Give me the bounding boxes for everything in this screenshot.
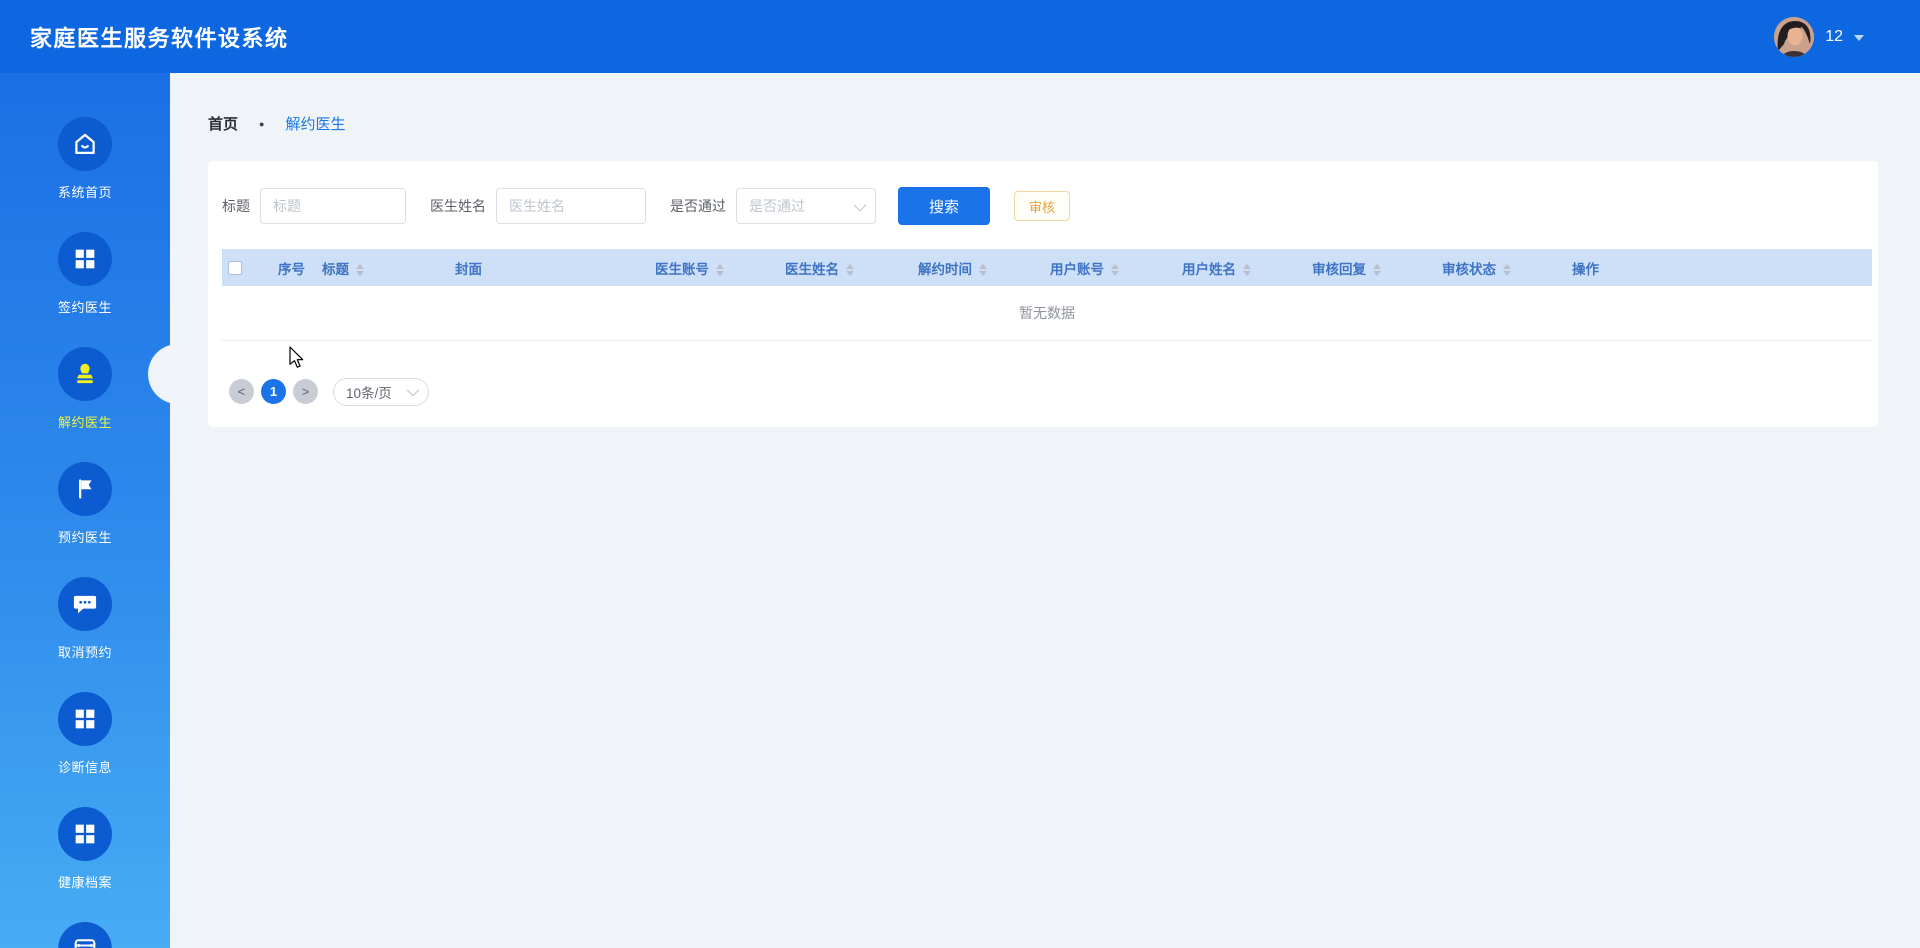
column-label: 审核回复 [1312, 261, 1366, 277]
column-header-cover: 封面 [445, 249, 645, 286]
window-icon [58, 922, 112, 948]
column-header-doctor-account[interactable]: 医生账号 [645, 249, 775, 286]
column-header-index: 序号 [268, 249, 312, 286]
user-menu[interactable]: 12 [1774, 16, 1864, 57]
pagination-prev-button[interactable]: < [229, 379, 254, 404]
grid-icon [58, 232, 112, 286]
sidebar-item-more[interactable] [0, 919, 170, 948]
column-header-user-name[interactable]: 用户姓名 [1172, 249, 1302, 286]
sort-icon[interactable] [1503, 263, 1511, 276]
sort-icon[interactable] [356, 263, 364, 276]
column-label: 医生姓名 [785, 261, 839, 277]
grid-icon [58, 807, 112, 861]
sidebar-item-diagnosis-info[interactable]: 诊断信息 [0, 689, 170, 804]
column-header-checkbox [222, 249, 268, 286]
main-content: 首页 ● 解约医生 标题 医生姓名 是否通过 是否通过 搜索 审核 序号标题封面… [170, 73, 1920, 948]
sidebar-item-label: 系统首页 [57, 185, 112, 200]
column-label: 解约时间 [918, 261, 972, 277]
column-label: 操作 [1572, 261, 1599, 277]
sidebar-item-appointment-doctors[interactable]: 预约医生 [0, 459, 170, 574]
content-card: 标题 医生姓名 是否通过 是否通过 搜索 审核 序号标题封面医生账号医生姓名解约… [208, 161, 1878, 427]
column-header-actions: 操作 [1562, 249, 1872, 286]
table-header-row: 序号 标题 封面 医生账号 医生姓名 解约时间 用户账号 用户姓名 审核回复 审核状态 操作 [222, 249, 1872, 286]
chevron-down-icon [853, 198, 867, 211]
page-size-value: 10条/页 [346, 385, 392, 401]
search-button[interactable]: 搜索 [898, 187, 990, 225]
sidebar-item-health-records[interactable]: 健康档案 [0, 804, 170, 919]
column-header-termination-time[interactable]: 解约时间 [908, 249, 1040, 286]
sidebar-item-cancel-appointment[interactable]: 取消预约 [0, 574, 170, 689]
top-bar: 家庭医生服务软件设系统 12 [0, 0, 1920, 73]
sidebar-item-terminated-doctors[interactable]: 解约医生 [0, 344, 170, 459]
is-passed-filter-label: 是否通过 [670, 198, 726, 214]
sort-icon[interactable] [1243, 263, 1251, 276]
pagination-page-1[interactable]: 1 [261, 379, 286, 404]
column-header-doctor-name[interactable]: 医生姓名 [775, 249, 908, 286]
title-filter-label: 标题 [222, 198, 250, 214]
user-avatar[interactable] [1774, 16, 1815, 57]
pagination: <1 >10条/页 [229, 377, 1870, 406]
is-passed-select[interactable]: 是否通过 [736, 188, 876, 224]
active-item-notch [148, 344, 170, 404]
audit-button[interactable]: 审核 [1014, 191, 1071, 221]
breadcrumb-home[interactable]: 首页 [208, 113, 238, 134]
user-id-label: 12 [1825, 27, 1843, 45]
sidebar-item-label: 预约医生 [57, 530, 112, 545]
filter-bar: 标题 医生姓名 是否通过 是否通过 搜索 审核 [222, 187, 1870, 225]
flag-icon [58, 462, 112, 516]
home-icon [58, 117, 112, 171]
stamp-icon [58, 347, 112, 401]
sidebar-nav: 系统首页签约医生解约医生预约医生取消预约诊断信息健康档案 [0, 73, 170, 948]
sidebar-item-label: 诊断信息 [57, 760, 112, 775]
column-label: 医生账号 [655, 261, 709, 277]
column-label: 标题 [322, 261, 349, 277]
column-label: 审核状态 [1442, 261, 1496, 277]
sort-icon[interactable] [979, 263, 987, 276]
sidebar-item-system-home[interactable]: 系统首页 [0, 114, 170, 229]
sort-icon[interactable] [846, 263, 854, 276]
breadcrumb-separator-icon: ● [259, 118, 265, 129]
records-table: 序号 标题 封面 医生账号 医生姓名 解约时间 用户账号 用户姓名 审核回复 审核状态 操作 暂无数… [222, 249, 1872, 341]
table-empty-row: 暂无数据 [222, 286, 1872, 341]
sort-icon[interactable] [1373, 263, 1381, 276]
select-all-checkbox[interactable] [228, 261, 242, 276]
grid-icon [58, 692, 112, 746]
is-passed-select-placeholder: 是否通过 [749, 198, 805, 214]
caret-down-icon[interactable] [1854, 34, 1864, 41]
column-label: 用户账号 [1050, 261, 1104, 277]
column-header-audit-reply[interactable]: 审核回复 [1302, 249, 1432, 286]
sidebar-item-signed-doctors[interactable]: 签约医生 [0, 229, 170, 344]
title-filter-input[interactable] [260, 188, 406, 224]
sidebar-item-label: 取消预约 [57, 645, 112, 660]
sidebar-item-label: 健康档案 [57, 875, 112, 890]
page-size-select[interactable]: 10条/页 [333, 377, 429, 406]
app-title: 家庭医生服务软件设系统 [30, 25, 289, 51]
empty-state-text: 暂无数据 [222, 286, 1872, 341]
breadcrumb-current[interactable]: 解约医生 [285, 113, 345, 134]
column-header-title[interactable]: 标题 [312, 249, 445, 286]
column-header-audit-status[interactable]: 审核状态 [1432, 249, 1562, 286]
pagination-next-button[interactable]: > [293, 379, 318, 404]
column-label: 用户姓名 [1182, 261, 1236, 277]
sidebar-item-label: 签约医生 [57, 300, 112, 315]
doctor-name-filter-input[interactable] [496, 188, 646, 224]
column-label: 封面 [455, 261, 482, 277]
sort-icon[interactable] [1111, 263, 1119, 276]
column-label: 序号 [278, 261, 305, 277]
column-header-user-account[interactable]: 用户账号 [1040, 249, 1172, 286]
sidebar-item-label: 解约医生 [57, 415, 112, 430]
doctor-name-filter-label: 医生姓名 [430, 198, 486, 214]
breadcrumb: 首页 ● 解约医生 [208, 113, 1878, 134]
chat-icon [58, 577, 112, 631]
sort-icon[interactable] [716, 263, 724, 276]
chevron-down-icon [406, 383, 420, 397]
